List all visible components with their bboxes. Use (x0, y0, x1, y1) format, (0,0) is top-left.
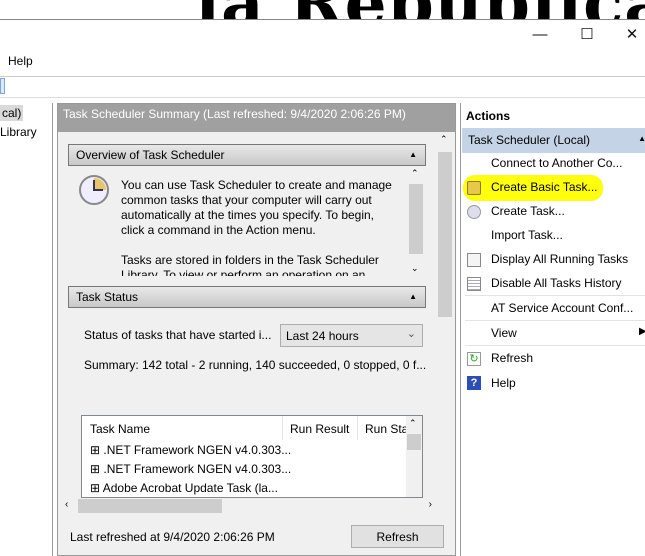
filter-label: Status of tasks that have started i... (84, 328, 272, 342)
minimize-button[interactable]: — (520, 22, 560, 48)
overview-scrollbar[interactable]: ⌃ ⌄ (408, 166, 424, 276)
actions-title: Actions (466, 109, 511, 123)
wallpaper-text: la Republica (195, 0, 645, 19)
refresh-icon: ↻ (467, 352, 481, 366)
create-task-icon (467, 205, 481, 219)
tree-item-local[interactable]: cal) (0, 105, 24, 121)
task-status-title: Task Status (76, 290, 139, 304)
overview-text-2: Tasks are stored in folders in the Task … (121, 253, 379, 276)
chevron-down-icon: ⌄ (406, 328, 416, 340)
collapse-icon[interactable]: ▲ (409, 292, 417, 301)
status-summary: Summary: 142 total - 2 running, 140 succ… (84, 358, 427, 372)
summary-header: Task Scheduler Summary (Last refreshed: … (58, 104, 455, 132)
overview-title: Overview of Task Scheduler (76, 148, 225, 162)
table-row[interactable]: ⊞ .NET Framework NGEN v4.0.303... (90, 443, 291, 457)
column-run-result[interactable]: Run Result (290, 422, 349, 436)
overview-content: You can use Task Scheduler to create and… (68, 166, 426, 276)
action-connect[interactable]: Connect to Another Co... (491, 156, 622, 170)
task-table: Task Name Run Result Run Sta ⌃ ⊞ .NET Fr… (81, 415, 423, 498)
outer-scrollbar[interactable]: ⌃ (437, 132, 453, 513)
time-filter-dropdown[interactable]: Last 24 hours ⌄ (280, 324, 423, 347)
background-wallpaper: la Republica (0, 0, 645, 20)
action-help[interactable]: Help (491, 376, 516, 390)
help-icon: ? (467, 376, 481, 390)
column-run-status[interactable]: Run Sta (365, 422, 408, 436)
expand-icon[interactable]: ⊞ (90, 462, 103, 476)
summary-pane: Task Scheduler Summary (Last refreshed: … (57, 103, 456, 556)
expand-icon[interactable]: ⊞ (90, 443, 103, 457)
task-status-section-header[interactable]: Task Status ▲ (68, 286, 426, 308)
toolbar (0, 76, 645, 98)
actions-pane: Actions Task Scheduler (Local) ▲ Connect… (460, 103, 645, 556)
clock-icon (79, 175, 109, 205)
history-icon (467, 277, 481, 291)
action-refresh[interactable]: Refresh (491, 351, 533, 365)
refresh-button[interactable]: Refresh (351, 525, 444, 548)
action-disable-history[interactable]: Disable All Tasks History (491, 276, 622, 290)
menu-help[interactable]: Help (8, 54, 33, 68)
collapse-icon[interactable]: ▲ (638, 134, 645, 143)
group-label: Task Scheduler (Local) (468, 133, 591, 147)
action-create-task[interactable]: Create Task... (491, 204, 565, 218)
action-view[interactable]: View (491, 326, 517, 340)
basic-task-icon (467, 181, 481, 195)
dropdown-value: Last 24 hours (286, 329, 359, 343)
table-row[interactable]: ⊞ Adobe Acrobat Update Task (la... (90, 481, 278, 495)
navigation-tree: cal) Library (0, 103, 53, 556)
actions-group-header[interactable]: Task Scheduler (Local) ▲ (462, 128, 645, 153)
action-display-running[interactable]: Display All Running Tasks (491, 252, 628, 266)
overview-section-header[interactable]: Overview of Task Scheduler ▲ (68, 144, 426, 166)
action-import-task[interactable]: Import Task... (491, 228, 563, 242)
maximize-button[interactable]: ☐ (567, 22, 607, 48)
horizontal-scrollbar[interactable]: ‹ › (62, 498, 436, 514)
close-button[interactable]: ✕ (612, 22, 645, 48)
action-at-service[interactable]: AT Service Account Conf... (491, 301, 633, 315)
overview-text: You can use Task Scheduler to create and… (121, 178, 392, 237)
expand-icon[interactable]: ⊞ (90, 481, 103, 495)
submenu-arrow-icon: ▶ (639, 326, 645, 337)
table-row[interactable]: ⊞ .NET Framework NGEN v4.0.303... (90, 462, 291, 476)
tree-item-library[interactable]: Library (0, 125, 37, 139)
toolbar-icon[interactable] (0, 78, 5, 94)
table-scrollbar[interactable]: ⌃ (406, 416, 422, 497)
column-task-name[interactable]: Task Name (90, 422, 150, 436)
last-refreshed-text: Last refreshed at 9/4/2020 2:06:26 PM (70, 530, 275, 544)
collapse-icon[interactable]: ▲ (409, 150, 417, 159)
action-create-basic-task[interactable]: Create Basic Task... (491, 180, 598, 194)
running-tasks-icon (467, 253, 481, 267)
